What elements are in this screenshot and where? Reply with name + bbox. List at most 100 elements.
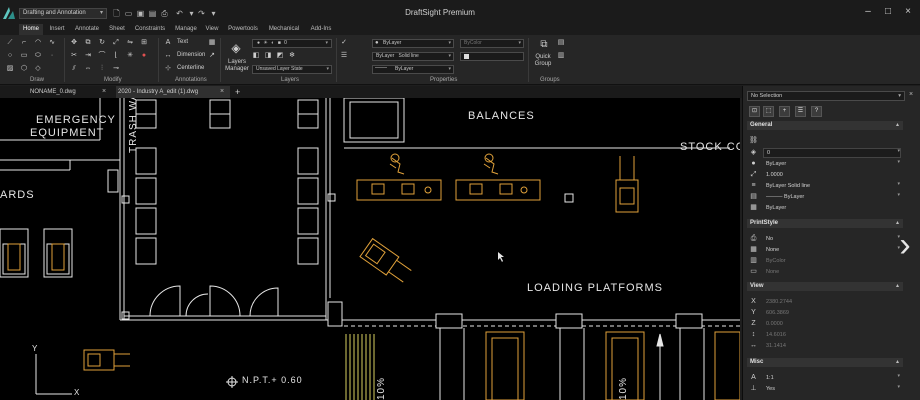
spline-icon[interactable]: ∿: [48, 39, 56, 47]
section-misc[interactable]: Misc ▴: [747, 358, 903, 367]
new-tab-icon[interactable]: +: [232, 86, 244, 98]
close-icon[interactable]: ×: [220, 86, 224, 98]
explode-icon[interactable]: ✳: [126, 52, 134, 60]
layer-select[interactable]: ● ☀ ◐ ■ 0 ▾: [252, 39, 332, 48]
extend-icon[interactable]: ⇥: [84, 52, 92, 60]
color-select[interactable]: ● ByLayer ▾: [372, 39, 454, 48]
property-row[interactable]: ▦ None ▾: [747, 245, 903, 255]
tab-home[interactable]: Home: [19, 24, 43, 35]
props-filter-icon[interactable]: ☰: [795, 106, 806, 117]
minimize-icon[interactable]: –: [862, 6, 874, 18]
property-row[interactable]: ≡ ByLayer Solid line ▾: [747, 181, 903, 191]
tab-view[interactable]: View: [203, 24, 221, 35]
undo-dropdown-icon[interactable]: ▾: [187, 9, 196, 18]
layer-state-select[interactable]: Unsaved Layer State ▾: [252, 65, 332, 74]
property-row[interactable]: ⊥ Yes ▾: [747, 384, 903, 394]
property-row[interactable]: A 1:1 ▾: [747, 373, 903, 383]
ellipse-icon[interactable]: ⬭: [34, 52, 42, 60]
layers-manager-icon[interactable]: ◈: [229, 41, 243, 55]
circle-icon[interactable]: ○: [6, 52, 14, 60]
dimension-icon[interactable]: ↔: [164, 52, 172, 60]
delete-icon[interactable]: ●: [140, 52, 148, 60]
section-printstyle[interactable]: PrintStyle ▴: [747, 219, 903, 228]
leader-icon[interactable]: ↗: [208, 52, 216, 60]
property-row[interactable]: ◈ 0 ▾: [747, 148, 903, 158]
close-icon[interactable]: ×: [102, 86, 106, 98]
tab-powertools[interactable]: Powertools: [225, 24, 261, 35]
workspace-select[interactable]: Drafting and Annotation ▾: [19, 8, 107, 19]
chevron-right-icon[interactable]: ›: [895, 228, 915, 262]
property-row[interactable]: ▦ ByLayer: [747, 203, 903, 213]
copy-icon[interactable]: ⧉: [84, 39, 92, 47]
print-icon[interactable]: ⎙: [160, 9, 169, 18]
printstyle-table-value[interactable]: None: [763, 245, 901, 255]
printstyle-value[interactable]: No: [763, 234, 901, 244]
centerline-icon[interactable]: ⊹: [164, 65, 172, 73]
tab-insert[interactable]: Insert: [46, 24, 68, 35]
move-icon[interactable]: ✥: [70, 39, 78, 47]
property-row[interactable]: ⤢ 1.0000: [747, 170, 903, 180]
undo-icon[interactable]: ↶: [175, 9, 184, 18]
selection-select[interactable]: No Selection ▾: [747, 91, 905, 101]
toggle-pickadd-icon[interactable]: +: [779, 106, 790, 117]
properties-list-icon[interactable]: ☰: [340, 52, 348, 60]
join-icon[interactable]: ⊸: [112, 65, 120, 73]
linetype-value[interactable]: ByLayer Solid line: [763, 181, 901, 191]
redo-icon[interactable]: ↷: [197, 9, 206, 18]
text-command[interactable]: Text: [177, 39, 188, 45]
quick-select-icon[interactable]: ⊡: [749, 106, 760, 117]
transparency-value[interactable]: ByLayer: [763, 203, 901, 213]
layers-manager-button[interactable]: Layers Manager: [224, 59, 250, 73]
rectangle-icon[interactable]: ▭: [20, 52, 28, 60]
dimension-command[interactable]: Dimension: [177, 52, 205, 58]
lineweight-select[interactable]: —— ByLayer ▾: [372, 65, 454, 74]
linetype-select[interactable]: ByLayer Solid line ▾: [372, 52, 454, 61]
help-icon[interactable]: ?: [811, 106, 822, 117]
text-icon[interactable]: A: [164, 39, 172, 47]
save-as-icon[interactable]: ▤: [148, 9, 157, 18]
lineweight-value[interactable]: ——— ByLayer: [763, 192, 901, 202]
trim-icon[interactable]: ✂: [70, 52, 78, 60]
doc-tab[interactable]: NONAME_0.dwg ×: [0, 86, 114, 98]
region-icon[interactable]: ◇: [34, 65, 42, 73]
tab-annotate[interactable]: Annotate: [71, 24, 103, 35]
stretch-icon[interactable]: ⇔: [84, 65, 92, 73]
table-icon[interactable]: ▦: [208, 39, 216, 47]
quick-group-button[interactable]: Quick Group: [530, 54, 556, 68]
new-file-icon[interactable]: 🗋: [112, 9, 121, 18]
property-row[interactable]: ▤ ——— ByLayer ▾: [747, 192, 903, 202]
plotstyle-select[interactable]: ByColor ▾: [460, 39, 524, 48]
offset-icon[interactable]: ⫽: [70, 65, 78, 73]
app-logo-icon[interactable]: [2, 5, 16, 21]
transparency-slider[interactable]: [460, 52, 524, 61]
fillet-icon[interactable]: ⌒: [98, 52, 106, 60]
scale-icon[interactable]: ⤢: [112, 39, 120, 47]
open-folder-icon[interactable]: ▭: [124, 9, 133, 18]
ungroup-icon[interactable]: ▥: [557, 52, 565, 60]
layer-match-icon[interactable]: ◨: [264, 52, 272, 60]
color-value[interactable]: ByLayer: [763, 159, 901, 169]
match-properties-icon[interactable]: ✓: [340, 39, 348, 47]
section-general[interactable]: General ▴: [747, 121, 903, 130]
hatch-icon[interactable]: ▨: [6, 65, 14, 73]
mirror-icon[interactable]: ⇋: [126, 39, 134, 47]
redo-dropdown-icon[interactable]: ▾: [209, 9, 218, 18]
tab-add-ins[interactable]: Add-Ins: [307, 24, 335, 35]
rotate-icon[interactable]: ↻: [98, 39, 106, 47]
polygon-icon[interactable]: ⬡: [20, 65, 28, 73]
doc-tab-active[interactable]: 2020 - Industry A_edit (1).dwg ×: [116, 86, 230, 98]
array-icon[interactable]: ⊞: [140, 39, 148, 47]
property-row[interactable]: ⎙ No ▾: [747, 234, 903, 244]
chamfer-icon[interactable]: ⌊: [112, 52, 120, 60]
drawing-canvas[interactable]: EMERGENCY EQUIPMENT ARDS TRASH WAREHO BA…: [0, 98, 740, 400]
select-objects-icon[interactable]: ⬚: [763, 106, 774, 117]
layer-previous-icon[interactable]: ◧: [252, 52, 260, 60]
layer-isolate-icon[interactable]: ◩: [276, 52, 284, 60]
layer-freeze-icon[interactable]: ❄: [288, 52, 296, 60]
ucs-icon-on-value[interactable]: Yes: [763, 384, 901, 394]
line-icon[interactable]: ⟋: [6, 39, 14, 47]
linetype-scale-value[interactable]: 1.0000: [763, 170, 901, 180]
layer-value[interactable]: 0: [763, 148, 901, 158]
close-icon[interactable]: ×: [909, 91, 913, 98]
polyline-icon[interactable]: ⌐: [20, 39, 28, 47]
